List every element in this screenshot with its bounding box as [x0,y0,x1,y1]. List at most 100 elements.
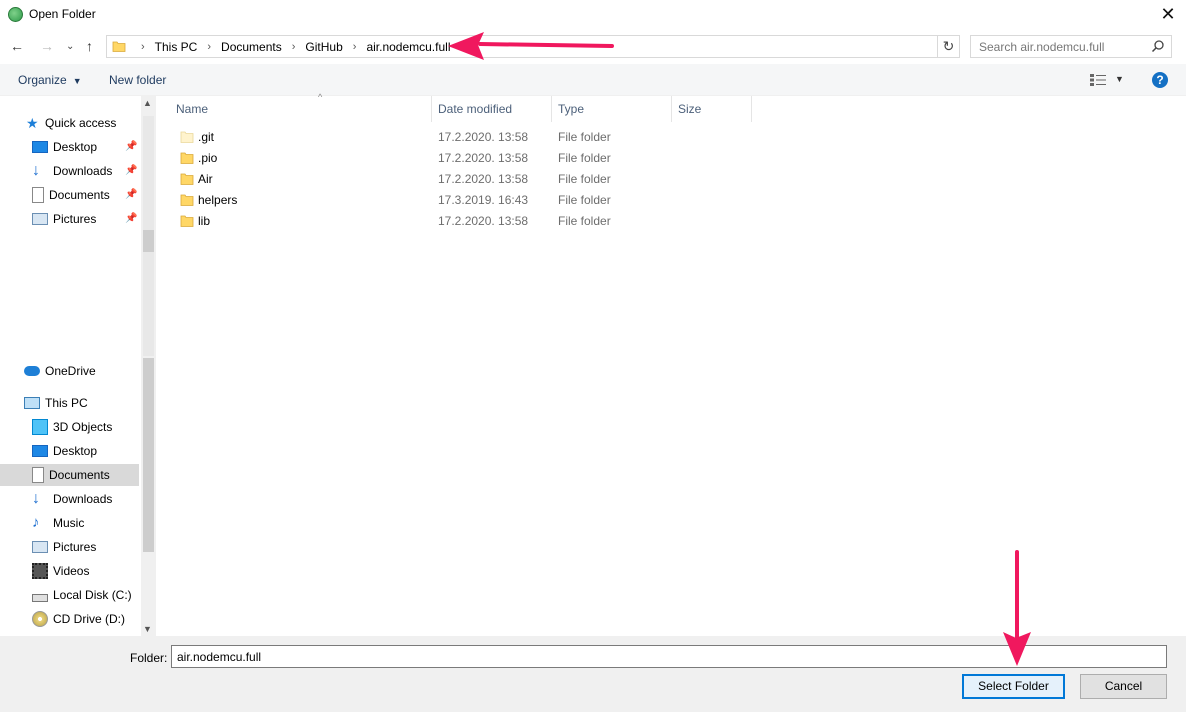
back-arrow-icon[interactable]: ← [10,38,24,54]
nav-label: OneDrive [45,364,96,378]
up-arrow-icon[interactable]: ↑ [86,38,93,54]
scroll-up-icon[interactable]: ▲ [143,98,152,108]
breadcrumb: › This PC › Documents › GitHub › air.nod… [135,40,454,54]
nav-quick-access[interactable]: ★ Quick access [26,112,116,134]
nav-desktop[interactable]: Desktop [32,440,97,462]
nav-label: Local Disk (C:) [53,588,132,602]
desktop-icon [32,445,48,457]
nav-label: Documents [49,188,110,202]
file-name: lib [198,214,211,228]
download-arrow-icon: ↓ [32,490,40,507]
organize-button[interactable]: Organize ▼ [18,73,82,87]
address-bar[interactable]: › This PC › Documents › GitHub › air.nod… [106,35,1037,58]
nav-downloads[interactable]: ↓ Downloads [32,488,112,510]
file-name: .pio [198,151,218,165]
nav-label: Desktop [53,140,98,154]
nav-label: CD Drive (D:) [53,612,125,626]
nav-3d-objects[interactable]: 3D Objects [32,416,112,438]
crumb-current-folder[interactable]: air.nodemcu.full [362,40,454,54]
folder-label: Folder: [130,651,168,665]
sort-ascending-icon: ^ [318,92,323,102]
pictures-icon [32,541,48,553]
folder-icon [180,152,194,164]
table-row[interactable]: .git 17.2.2020. 13:58 File folder [176,127,876,148]
recent-locations-chevron-icon[interactable]: ⌄ [66,41,74,52]
table-row[interactable]: Air 17.2.2020. 13:58 File folder [176,169,876,190]
chevron-right-icon[interactable]: › [286,41,302,53]
nav-music[interactable]: ♪ Music [32,512,84,534]
app-icon [8,7,23,22]
nav-label: Downloads [53,164,113,178]
file-type: File folder [558,151,611,165]
scrollbar-thumb-lower[interactable] [143,358,154,552]
drive-icon [32,594,48,602]
navigation-pane: ★ Quick access Desktop 📌 ↓ Downloads 📌 D… [0,96,156,636]
nav-local-disk[interactable]: Local Disk (C:) [32,584,132,606]
table-row[interactable]: lib 17.2.2020. 13:58 File folder [176,211,876,232]
scrollbar-thumb-active[interactable] [143,230,154,252]
column-header-type[interactable]: Type [558,96,672,122]
nav-label: This PC [45,396,88,410]
folder-icon [180,173,194,185]
music-note-icon: ♪ [32,514,40,531]
nav-videos[interactable]: Videos [32,560,89,582]
crumb-documents[interactable]: Documents [217,40,286,54]
new-folder-button[interactable]: New folder [109,73,166,87]
nav-cd-drive[interactable]: CD Drive (D:) [32,608,125,630]
nav-scrollbar[interactable]: ▲ ▼ [141,96,156,636]
desktop-icon [32,141,48,153]
search-placeholder: Search air.nodemcu.full [979,40,1105,54]
nav-label: Documents [49,468,110,482]
help-icon[interactable]: ? [1152,72,1168,88]
column-header-date[interactable]: Date modified [438,96,552,122]
nav-label: 3D Objects [53,420,113,434]
folder-name-input[interactable] [171,645,1167,668]
chevron-right-icon[interactable]: › [347,41,363,53]
crumb-this-pc[interactable]: This PC [151,40,202,54]
nav-label: Pictures [53,540,97,554]
cancel-button[interactable]: Cancel [1080,674,1167,699]
star-icon: ★ [26,115,39,131]
address-row: ← → ⌄ ↑ › This PC › Documents › GitHub ›… [0,32,1186,62]
scroll-down-icon[interactable]: ▼ [143,624,152,634]
column-header-size[interactable]: Size [678,96,752,122]
table-row[interactable]: .pio 17.2.2020. 13:58 File folder [176,148,876,169]
pictures-icon [32,213,48,225]
file-date: 17.2.2020. 13:58 [438,130,529,144]
search-input[interactable]: Search air.nodemcu.full [970,35,1172,58]
close-button[interactable]: ✕ [1150,0,1186,30]
nav-onedrive[interactable]: OneDrive [24,360,96,382]
nav-this-pc[interactable]: This PC [24,392,88,414]
nav-quick-downloads[interactable]: ↓ Downloads [32,160,112,182]
folder-icon [112,41,126,52]
refresh-icon[interactable]: ↻ [938,35,960,58]
table-row[interactable]: helpers 17.3.2019. 16:43 File folder [176,190,876,211]
forward-arrow-icon[interactable]: → [40,38,54,54]
chevron-right-icon[interactable]: › [201,41,217,53]
view-options-icon[interactable] [1090,74,1106,86]
nav-quick-pictures[interactable]: Pictures [32,208,96,230]
window-title: Open Folder [29,7,96,21]
nav-pictures[interactable]: Pictures [32,536,96,558]
nav-quick-desktop[interactable]: Desktop [32,136,97,158]
file-date: 17.2.2020. 13:58 [438,172,529,186]
crumb-github[interactable]: GitHub [301,40,346,54]
nav-documents[interactable]: Documents [0,464,139,486]
nav-label: Videos [53,564,90,578]
file-type: File folder [558,130,611,144]
pin-icon: 📌 [125,165,138,176]
chevron-right-icon[interactable]: › [135,41,151,53]
caret-down-icon[interactable]: ▼ [1115,74,1124,84]
nav-label: Music [53,516,85,530]
cloud-icon [24,366,40,376]
computer-icon [24,397,40,409]
select-folder-button[interactable]: Select Folder [962,674,1065,699]
nav-label: Pictures [53,212,97,226]
folder-icon [180,215,194,227]
file-type: File folder [558,193,611,207]
nav-quick-documents[interactable]: Documents [32,184,110,206]
column-header-name[interactable]: ^ Name [176,92,432,122]
dialog-footer: Folder: Select Folder Cancel [0,636,1186,712]
nav-label: Desktop [53,444,98,458]
folder-icon [180,194,194,206]
